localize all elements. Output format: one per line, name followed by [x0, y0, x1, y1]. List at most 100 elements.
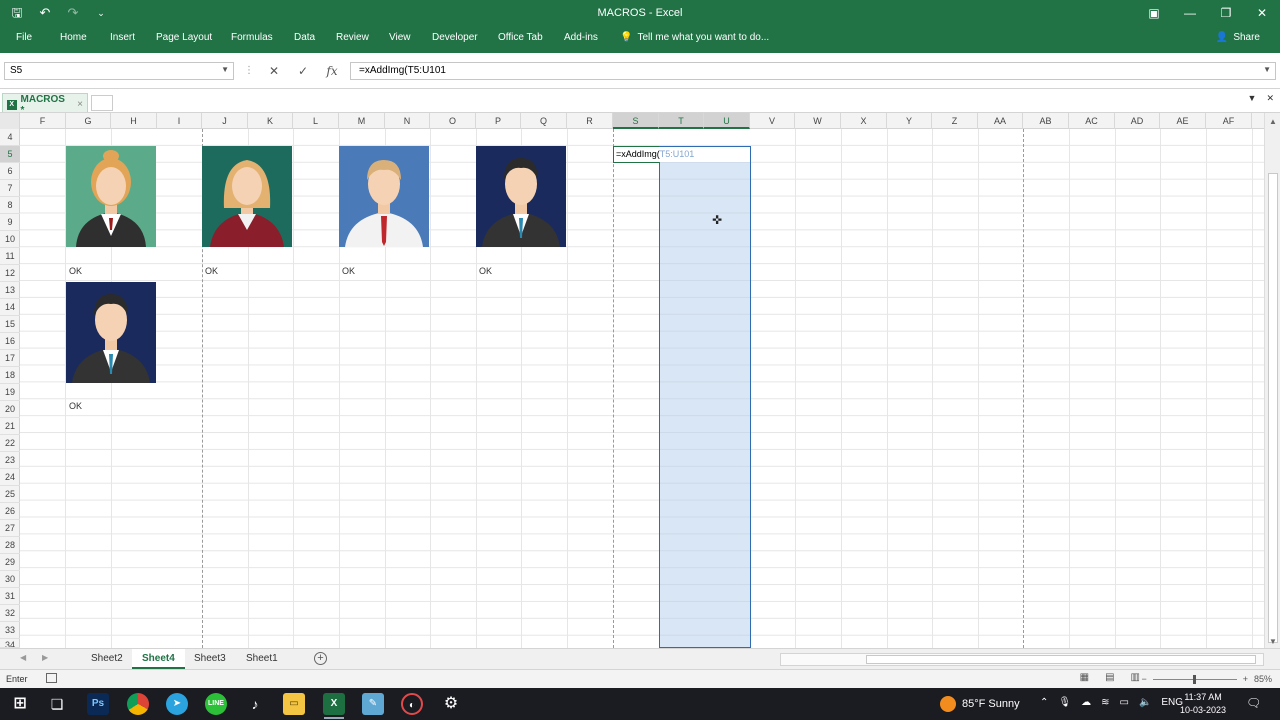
next-sheet-icon[interactable]: ▶	[42, 653, 48, 662]
column-header-ab[interactable]: AB	[1023, 113, 1069, 129]
row-header-16[interactable]: 16	[0, 333, 20, 350]
telegram-icon[interactable]: ➤	[166, 693, 188, 715]
column-header-ad[interactable]: AD	[1115, 113, 1160, 129]
cell-grid[interactable]: OK OK OK OK OK =xAddImg(T5:U101 ✜	[20, 129, 1264, 648]
row-header-24[interactable]: 24	[0, 469, 20, 486]
row-header-5[interactable]: 5	[0, 146, 20, 163]
row-header-31[interactable]: 31	[0, 588, 20, 605]
weather-widget[interactable]: 85°F Sunny	[940, 696, 1020, 712]
settings-icon[interactable]: ⚙	[440, 693, 462, 715]
column-header-aa[interactable]: AA	[978, 113, 1023, 129]
windows-start-icon[interactable]: ⊞	[9, 693, 31, 715]
volume-icon[interactable]: 🔈	[1139, 697, 1151, 708]
row-header-14[interactable]: 14	[0, 299, 20, 316]
row-header-19[interactable]: 19	[0, 384, 20, 401]
column-header-af[interactable]: AF	[1206, 113, 1252, 129]
column-header-f[interactable]: F	[20, 113, 66, 129]
tab-developer[interactable]: Developer	[432, 32, 478, 43]
column-header-ac[interactable]: AC	[1069, 113, 1115, 129]
row-header-21[interactable]: 21	[0, 418, 20, 435]
insert-function-button[interactable]: fx	[320, 62, 344, 80]
page-break-view-icon[interactable]: ▥	[1131, 672, 1140, 683]
tab-data[interactable]: Data	[294, 32, 315, 43]
sheet-tab-sheet3[interactable]: Sheet3	[184, 649, 236, 669]
column-header-p[interactable]: P	[476, 113, 521, 129]
tab-page-layout[interactable]: Page Layout	[156, 32, 212, 43]
row-header-22[interactable]: 22	[0, 435, 20, 452]
row-header-6[interactable]: 6	[0, 163, 20, 180]
name-box[interactable]: S5 ▼	[4, 62, 234, 80]
browser-icon[interactable]: ◐	[401, 693, 423, 715]
column-header-y[interactable]: Y	[887, 113, 932, 129]
row-header-29[interactable]: 29	[0, 554, 20, 571]
scroll-down-icon[interactable]: ▼	[1265, 637, 1280, 646]
new-document-tab[interactable]	[91, 95, 113, 111]
row-header-15[interactable]: 15	[0, 316, 20, 333]
avatar-image-2[interactable]	[202, 146, 292, 247]
add-sheet-button[interactable]: +	[314, 652, 327, 665]
zoom-slider-thumb[interactable]	[1192, 674, 1196, 684]
tab-insert[interactable]: Insert	[110, 32, 135, 43]
row-header-28[interactable]: 28	[0, 537, 20, 554]
normal-view-icon[interactable]: ▦	[1080, 672, 1089, 683]
row-header-33[interactable]: 33	[0, 622, 20, 639]
line-icon[interactable]: LINE	[205, 693, 227, 715]
row-header-8[interactable]: 8	[0, 197, 20, 214]
wifi-icon[interactable]: ≋	[1101, 697, 1109, 708]
column-header-k[interactable]: K	[248, 113, 293, 129]
row-header-7[interactable]: 7	[0, 180, 20, 197]
select-all-corner[interactable]	[0, 113, 20, 129]
tab-view[interactable]: View	[389, 32, 411, 43]
expand-formula-icon[interactable]: ▼	[1263, 65, 1271, 74]
row-header-25[interactable]: 25	[0, 486, 20, 503]
avatar-image-5[interactable]	[66, 282, 156, 383]
close-all-icon[interactable]: ✕	[1266, 93, 1274, 104]
share-button[interactable]: 👤 Share	[1216, 32, 1260, 43]
column-header-i[interactable]: I	[157, 113, 202, 129]
tab-formulas[interactable]: Formulas	[231, 32, 273, 43]
row-header-13[interactable]: 13	[0, 282, 20, 299]
column-header-u[interactable]: U	[704, 113, 750, 129]
row-header-9[interactable]: 9	[0, 214, 20, 231]
tab-review[interactable]: Review	[336, 32, 369, 43]
row-header-17[interactable]: 17	[0, 350, 20, 367]
minimize-icon[interactable]: —	[1172, 0, 1208, 26]
excel-icon[interactable]: X	[323, 693, 345, 715]
cancel-formula-button[interactable]: ✕	[262, 62, 286, 80]
column-header-h[interactable]: H	[111, 113, 157, 129]
column-header-ae[interactable]: AE	[1160, 113, 1206, 129]
zoom-out-icon[interactable]: −	[1141, 674, 1146, 684]
formula-input[interactable]: =xAddImg(T5:U101 ▼	[350, 62, 1276, 80]
horizontal-scrollbar[interactable]	[780, 653, 1264, 666]
row-header-18[interactable]: 18	[0, 367, 20, 384]
selected-range[interactable]	[659, 146, 751, 648]
restore-icon[interactable]: ❐	[1208, 0, 1244, 26]
row-header-26[interactable]: 26	[0, 503, 20, 520]
zoom-slider[interactable]	[1152, 674, 1237, 684]
prev-sheet-icon[interactable]: ◀	[20, 653, 26, 662]
scroll-up-icon[interactable]: ▲	[1265, 117, 1280, 126]
page-layout-view-icon[interactable]: ▤	[1105, 672, 1114, 683]
row-header-12[interactable]: 12	[0, 265, 20, 282]
notification-icon[interactable]: 🗨	[1246, 696, 1261, 710]
tab-office-tab[interactable]: Office Tab	[498, 32, 543, 43]
enter-formula-button[interactable]: ✓	[291, 62, 315, 80]
sheet-tab-sheet2[interactable]: Sheet2	[81, 649, 133, 669]
microphone-icon[interactable]: 🎙	[1058, 697, 1071, 708]
tab-file[interactable]: File	[16, 32, 32, 43]
avatar-image-4[interactable]	[476, 146, 566, 247]
photoshop-icon[interactable]: Ps	[87, 693, 109, 715]
row-header-23[interactable]: 23	[0, 452, 20, 469]
chevron-down-icon[interactable]: ▼	[221, 65, 229, 74]
file-explorer-icon[interactable]: ▭	[283, 693, 305, 715]
row-header-11[interactable]: 11	[0, 248, 20, 265]
zoom-level[interactable]: 85%	[1254, 674, 1272, 684]
chevron-up-icon[interactable]: ⌃	[1040, 697, 1048, 708]
column-header-g[interactable]: G	[66, 113, 111, 129]
row-header-20[interactable]: 20	[0, 401, 20, 418]
cell-edit-box[interactable]: =xAddImg(T5:U101	[614, 147, 750, 162]
column-header-q[interactable]: Q	[521, 113, 567, 129]
tab-list-icon[interactable]: ▼	[1248, 93, 1257, 104]
vertical-scrollbar[interactable]: ▲ ▼	[1264, 113, 1280, 648]
column-header-z[interactable]: Z	[932, 113, 978, 129]
